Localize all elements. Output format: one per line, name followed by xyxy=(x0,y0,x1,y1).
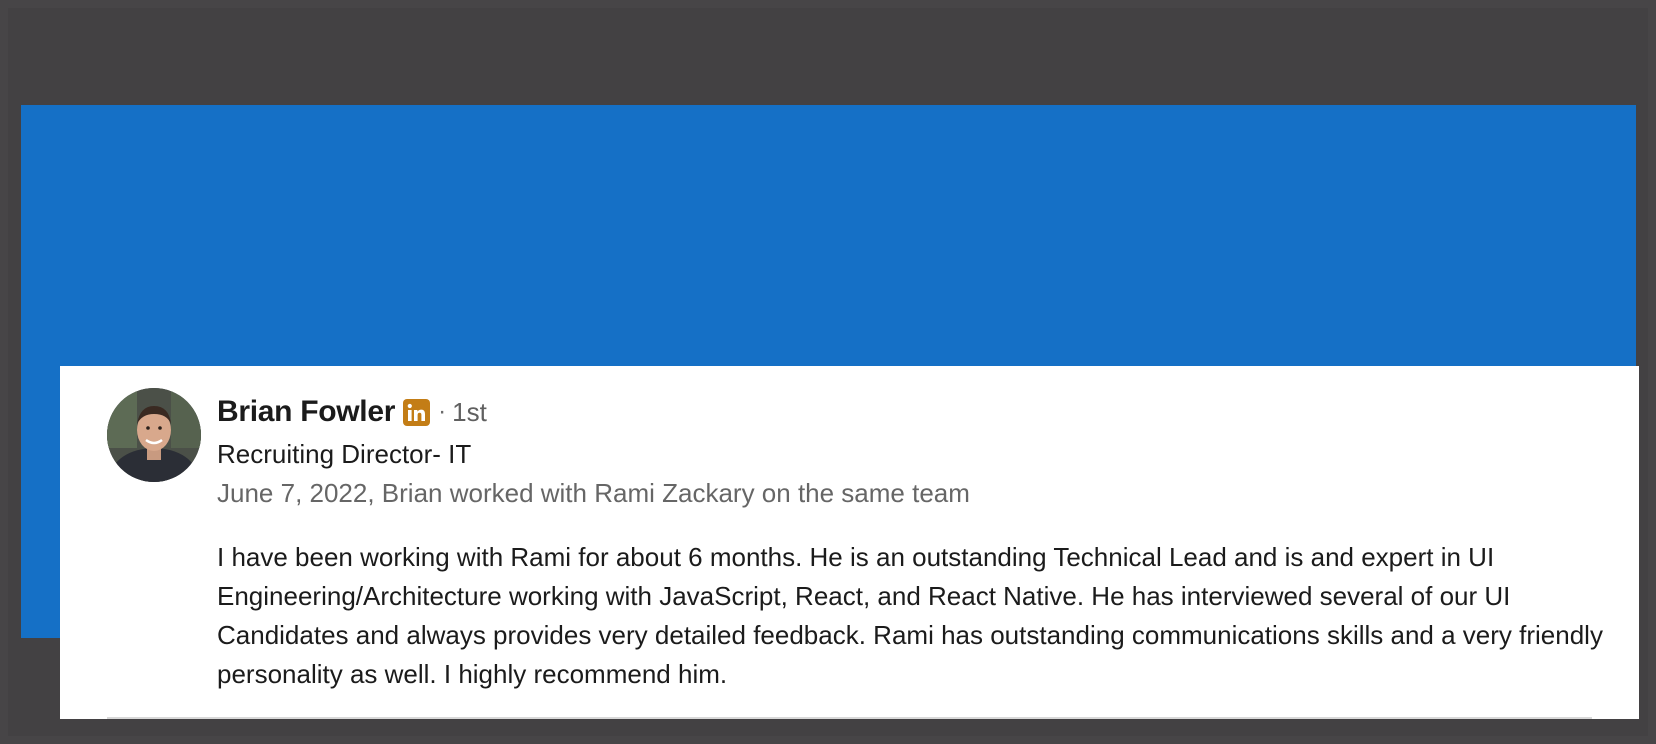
recommender-name[interactable]: Brian Fowler xyxy=(217,395,395,429)
recommendation-text: I have been working with Rami for about … xyxy=(217,542,1603,689)
linkedin-icon xyxy=(403,398,431,426)
recommendation-card: Brian Fowler · 1st Recruiting Director- … xyxy=(60,366,1639,719)
divider xyxy=(107,717,1592,719)
recommender-header: Brian Fowler · 1st xyxy=(217,394,487,430)
connection-degree: 1st xyxy=(452,396,487,427)
avatar[interactable] xyxy=(107,388,201,482)
separator-dot: · xyxy=(438,398,447,425)
relationship-info: June 7, 2022, Brian worked with Rami Zac… xyxy=(217,478,970,508)
recommender-headline: Recruiting Director- IT xyxy=(217,439,472,469)
profile-banner: Brian Fowler · 1st Recruiting Director- … xyxy=(21,105,1639,719)
avatar-photo xyxy=(107,388,201,482)
